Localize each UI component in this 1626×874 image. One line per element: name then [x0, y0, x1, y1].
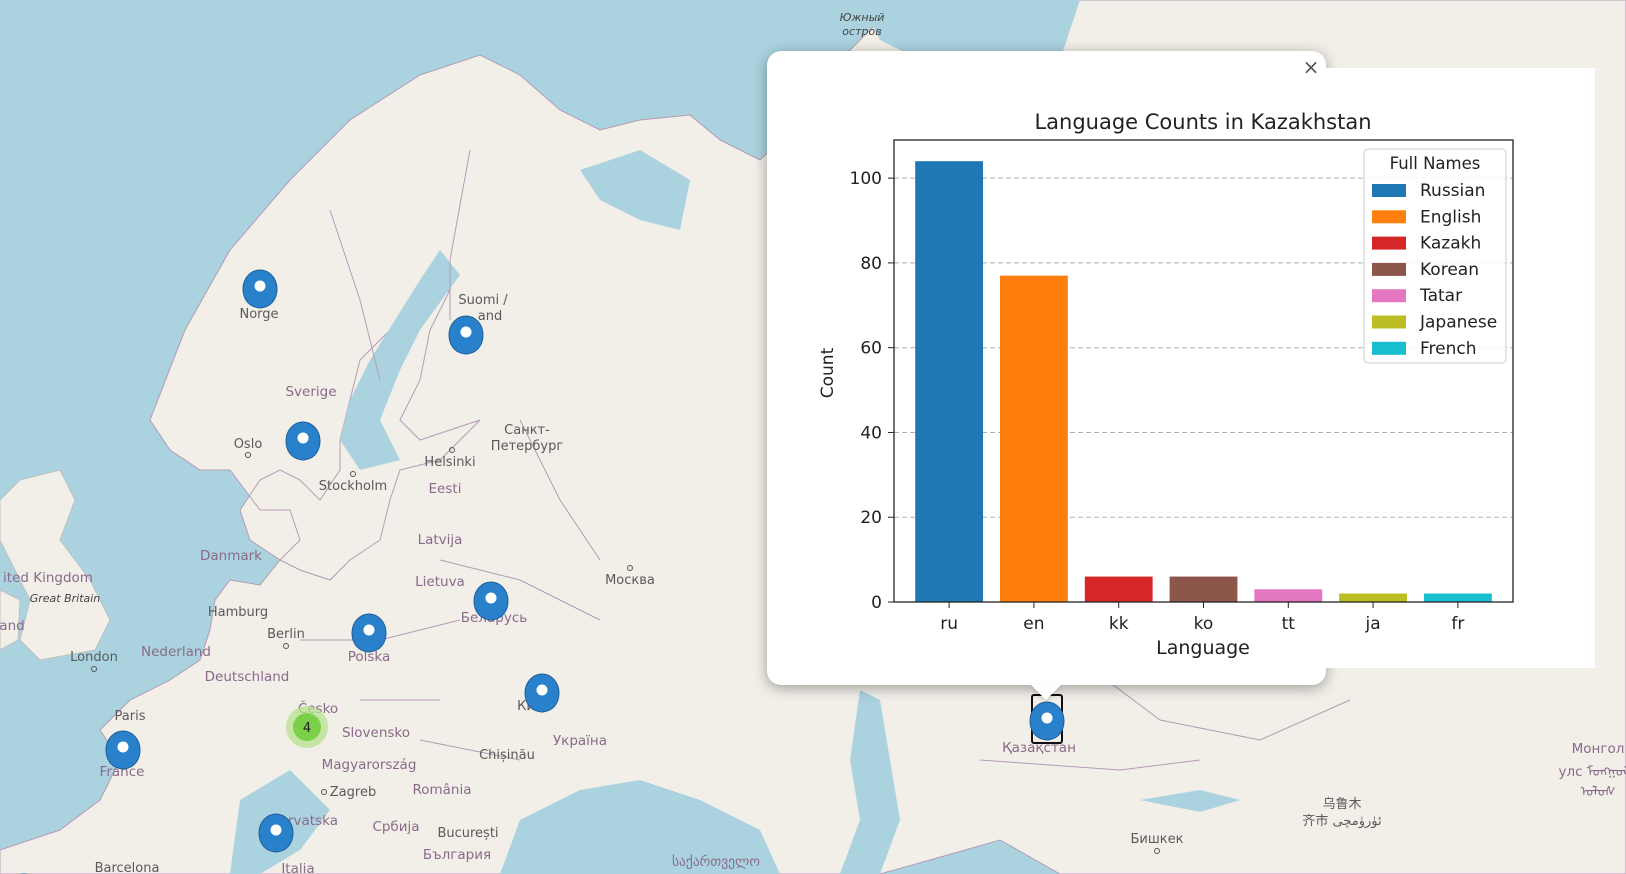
label-berlin: Berlin — [267, 627, 305, 642]
bar-chart: Language Counts in Kazakhstan Language C… — [818, 110, 1514, 659]
label-danmark: Danmark — [200, 548, 262, 564]
x-tick-label-fr: fr — [1451, 614, 1464, 634]
marker-belarus[interactable] — [473, 581, 509, 621]
legend-entry-label: French — [1420, 339, 1477, 359]
label-chisinau: Chișinău — [479, 748, 535, 763]
y-tick-label: 100 — [850, 169, 882, 189]
bar-en — [999, 275, 1068, 602]
label-deutschland: Deutschland — [205, 669, 290, 685]
cluster-count: 4 — [303, 721, 311, 736]
legend-swatch — [1372, 184, 1406, 197]
label-srbija: Србија — [372, 819, 419, 835]
legend-swatch — [1372, 289, 1406, 303]
bar-tt — [1254, 589, 1323, 602]
legend-swatch — [1372, 341, 1406, 355]
legend-entry-label: English — [1420, 207, 1481, 227]
bar-ru — [915, 161, 984, 602]
y-tick-label: 60 — [860, 339, 882, 359]
x-tick-label-tt: tt — [1282, 614, 1296, 634]
marker-cluster[interactable]: 4 — [286, 706, 328, 748]
label-yuzhny-ostrov-1: Южный — [840, 11, 885, 24]
label-ukraina: Україна — [553, 733, 607, 749]
label-spb-2: Петербург — [491, 439, 564, 454]
label-oslo: Oslo — [234, 437, 263, 452]
bar-kk — [1084, 576, 1153, 602]
label-mongolia-2: улс ᠮᠣᠩᠭᠣᠯ — [1558, 764, 1626, 780]
chart-title: Language Counts in Kazakhstan — [1034, 110, 1371, 134]
label-sverige: Sverige — [285, 384, 336, 400]
marker-finland[interactable] — [448, 315, 484, 355]
legend-entry-label: Russian — [1420, 181, 1485, 201]
label-zagreb: Zagreb — [330, 785, 376, 800]
label-latvija: Latvija — [418, 532, 463, 548]
legend-swatch — [1372, 262, 1406, 276]
label-urumqi-1: 乌鲁木 — [1322, 796, 1361, 812]
y-tick-label: 0 — [871, 593, 882, 613]
label-ireland-tail: and — [0, 618, 25, 634]
label-georgia: საქართველო — [672, 853, 760, 870]
legend: Full Names Russian English Kazakh Korean Tat… — [1363, 148, 1507, 364]
label-lietuva: Lietuva — [415, 574, 465, 590]
legend-entry-label: Kazakh — [1420, 234, 1481, 254]
label-hamburg: Hamburg — [208, 605, 268, 620]
label-moskva: Москва — [605, 573, 655, 588]
label-paris: Paris — [115, 709, 146, 724]
legend-swatch — [1372, 210, 1406, 224]
y-tick-label: 80 — [860, 254, 882, 274]
label-yuzhny-ostrov-2: остров — [842, 25, 881, 38]
label-london: London — [70, 650, 118, 665]
label-barcelona: Barcelona — [95, 861, 160, 874]
x-tick-label-en: en — [1023, 614, 1044, 634]
label-italia: Italia — [281, 861, 314, 874]
y-tick-label: 40 — [860, 423, 882, 443]
label-magyarorszag: Magyarország — [322, 757, 417, 773]
bar-ko — [1169, 576, 1238, 602]
label-finland-tail: and — [478, 309, 502, 324]
label-urumqi-2: 齐市 ئۈرۈمچى — [1302, 813, 1381, 829]
popup-tip — [1030, 684, 1062, 700]
popup-close-button[interactable]: × — [1300, 56, 1322, 78]
label-great-britain: Great Britain — [30, 592, 101, 605]
marker-norway[interactable] — [242, 269, 278, 309]
bar-fr — [1423, 593, 1492, 602]
label-nederland: Nederland — [141, 644, 211, 660]
label-stockholm: Stockholm — [319, 479, 387, 494]
label-mongolia-1: Монгол — [1572, 741, 1625, 757]
label-bucuresti: București — [437, 826, 498, 841]
label-united-kingdom: ited Kingdom — [3, 570, 93, 586]
marker-croatia[interactable] — [258, 813, 294, 853]
label-eesti: Eesti — [429, 481, 462, 497]
x-axis-label: Language — [1156, 637, 1250, 659]
legend-entry-label: Japanese — [1419, 313, 1497, 333]
x-tick-label-ja: ja — [1365, 614, 1381, 634]
y-ticks: 0 20 40 60 80 100 — [850, 169, 894, 613]
label-helsinki: Helsinki — [424, 455, 475, 470]
x-ticks: ru en kk ko tt ja fr — [940, 602, 1464, 634]
x-tick-label-ko: ko — [1194, 614, 1214, 634]
label-mongolia-3: ᠤᠯᠤᠰ — [1580, 784, 1615, 800]
legend-swatch — [1372, 315, 1406, 329]
y-tick-label: 20 — [860, 508, 882, 528]
x-tick-label-ru: ru — [940, 614, 958, 634]
label-hrvatska: rvatska — [288, 813, 338, 829]
marker-sweden[interactable] — [285, 421, 321, 461]
label-romania: România — [412, 782, 471, 798]
legend-title: Full Names — [1390, 154, 1481, 173]
legend-entry-label: Korean — [1420, 260, 1479, 280]
marker-ukraine[interactable] — [524, 673, 560, 713]
y-axis-label: Count — [818, 347, 838, 398]
label-bishkek: Бишкек — [1131, 832, 1184, 847]
chart-frame: Language Counts in Kazakhstan Language C… — [795, 68, 1595, 668]
label-slovensko: Slovensko — [342, 725, 410, 741]
x-tick-label-kk: kk — [1109, 614, 1129, 634]
label-norge: Norge — [239, 307, 278, 322]
label-spb-1: Санкт- — [504, 423, 550, 438]
marker-poland[interactable] — [351, 613, 387, 653]
marker-france[interactable] — [105, 730, 141, 770]
label-suomi: Suomi / — [458, 293, 508, 308]
legend-swatch — [1372, 236, 1406, 250]
legend-entry-label: Tatar — [1419, 286, 1462, 306]
label-bulgaria: България — [423, 847, 491, 863]
bar-ja — [1339, 593, 1408, 602]
